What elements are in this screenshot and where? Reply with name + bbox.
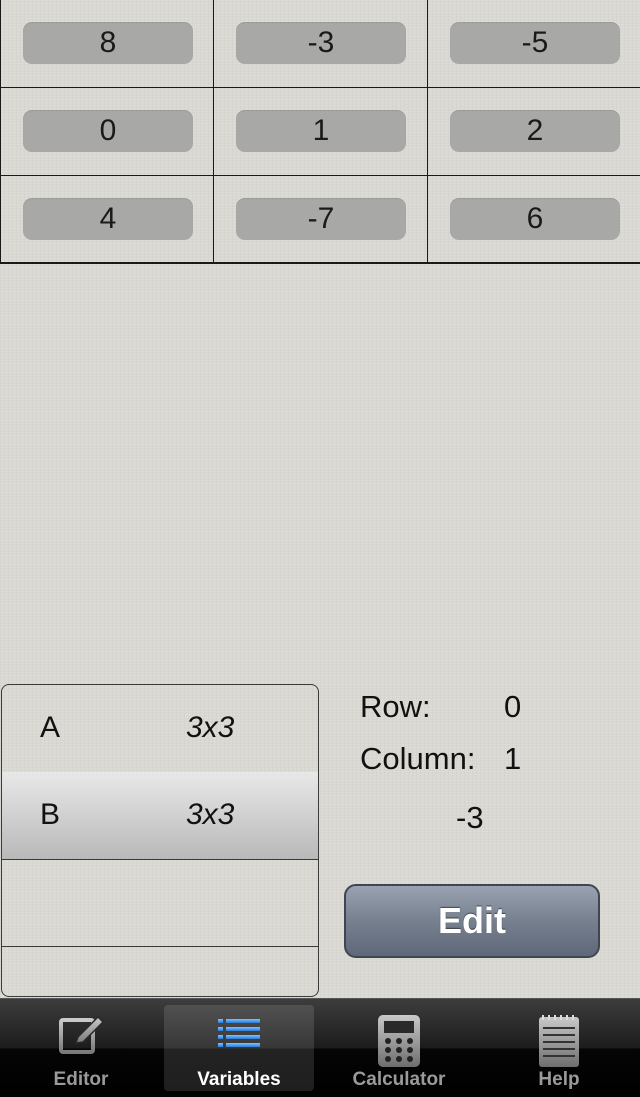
variable-size: 3x3 — [186, 798, 235, 831]
matrix-cell-value[interactable]: 0 — [23, 110, 193, 152]
matrix-cell[interactable]: -3 — [214, 0, 428, 88]
edit-button[interactable]: Edit — [344, 884, 600, 958]
variable-row-a[interactable]: A 3x3 — [2, 685, 318, 773]
matrix-cell-value[interactable]: -5 — [450, 22, 620, 64]
variables-list: A 3x3 B 3x3 — [1, 684, 319, 997]
tab-label: Variables — [197, 1069, 281, 1090]
notepad-icon — [536, 1013, 582, 1075]
matrix-cell[interactable]: 6 — [428, 176, 640, 264]
matrix-cell[interactable]: 1 — [214, 88, 428, 176]
tab-bar: Editor Variables Calculator Help — [0, 998, 640, 1097]
variable-name: B — [40, 798, 61, 831]
tab-label: Help — [538, 1069, 580, 1090]
pencil-edit-icon — [56, 1013, 106, 1063]
tab-label: Editor — [53, 1069, 109, 1090]
tab-help[interactable]: Help — [484, 1005, 634, 1091]
tab-calculator[interactable]: Calculator — [324, 1005, 474, 1091]
matrix-cell-value[interactable]: 1 — [236, 110, 406, 152]
matrix-cell[interactable]: 4 — [0, 176, 214, 264]
variable-row-b[interactable]: B 3x3 — [2, 772, 318, 860]
matrix-cell-value[interactable]: -7 — [236, 198, 406, 240]
variable-row-empty[interactable] — [2, 946, 318, 996]
list-icon — [216, 1013, 262, 1059]
matrix-cell-value[interactable]: -3 — [236, 22, 406, 64]
tab-variables[interactable]: Variables — [164, 1005, 314, 1091]
matrix-cell[interactable]: 0 — [0, 88, 214, 176]
column-value: 1 — [504, 741, 522, 776]
matrix-cell-value[interactable]: 8 — [23, 22, 193, 64]
cell-value-display: -3 — [456, 800, 484, 835]
calculator-icon — [376, 1013, 422, 1075]
row-label: Row: — [360, 689, 431, 724]
matrix-cell[interactable]: 8 — [0, 0, 214, 88]
matrix-grid: 8 -3 -5 0 1 2 4 -7 6 — [0, 0, 640, 264]
matrix-cell-value[interactable]: 4 — [23, 198, 193, 240]
tab-label: Calculator — [352, 1069, 446, 1090]
matrix-cell[interactable]: -5 — [428, 0, 640, 88]
variable-row-empty[interactable] — [2, 859, 318, 947]
matrix-cell[interactable]: 2 — [428, 88, 640, 176]
row-value: 0 — [504, 689, 522, 724]
matrix-cell-value[interactable]: 6 — [450, 198, 620, 240]
tab-editor[interactable]: Editor — [6, 1005, 156, 1091]
variable-name: A — [40, 711, 61, 744]
variable-size: 3x3 — [186, 711, 235, 744]
matrix-cell[interactable]: -7 — [214, 176, 428, 264]
matrix-cell-value[interactable]: 2 — [450, 110, 620, 152]
column-label: Column: — [360, 741, 476, 776]
